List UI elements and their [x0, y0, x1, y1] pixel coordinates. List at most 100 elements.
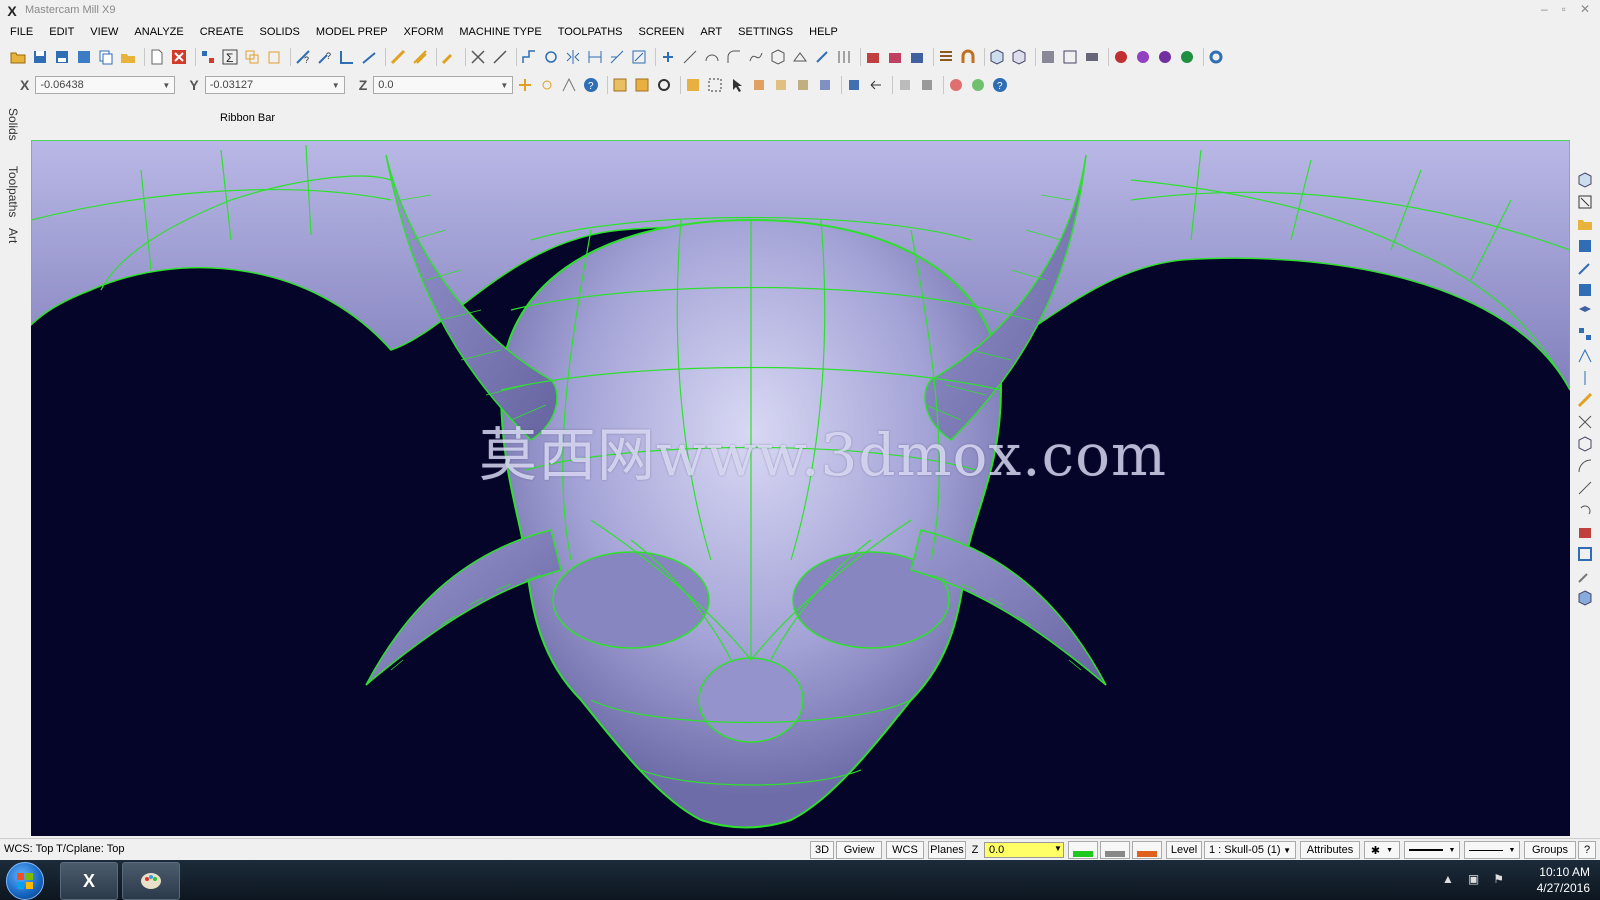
line-tool-icon[interactable] [1577, 480, 1593, 496]
info-icon[interactable] [1577, 282, 1593, 298]
autocursor-icon[interactable] [561, 77, 577, 93]
y-coordinate-field[interactable]: -0.03127 ▼ [204, 76, 345, 94]
save-as-icon[interactable] [54, 49, 70, 65]
analyze-position-icon[interactable]: ? [317, 49, 333, 65]
menu-edit[interactable]: EDIT [49, 26, 74, 38]
stop-icon[interactable] [948, 77, 964, 93]
gear-settings-icon[interactable] [1208, 49, 1224, 65]
scale-icon[interactable] [631, 49, 647, 65]
menu-view[interactable]: VIEW [90, 26, 118, 38]
display-mode-icon[interactable] [1084, 49, 1100, 65]
action-center-icon[interactable]: ⚑ [1493, 872, 1504, 886]
open-folder-icon[interactable] [1577, 216, 1593, 232]
analyze-icon[interactable] [1577, 260, 1593, 276]
face-select-icon[interactable] [773, 77, 789, 93]
shading-icon[interactable] [1040, 49, 1056, 65]
3d-button[interactable]: 3D [810, 841, 834, 859]
ok-icon[interactable] [970, 77, 986, 93]
gview-button[interactable]: Gview [836, 841, 882, 859]
restore-button[interactable]: ▫ [1562, 2, 1566, 16]
window-select-icon[interactable] [685, 77, 701, 93]
menu-xform[interactable]: XFORM [404, 26, 444, 38]
clock[interactable]: 10:10 AM 4/27/2016 [1537, 864, 1590, 896]
break-icon[interactable] [492, 49, 508, 65]
menu-help[interactable]: HELP [809, 26, 838, 38]
wcs-button[interactable]: WCS [886, 841, 924, 859]
minimize-button[interactable]: – [1541, 2, 1548, 16]
arc-tool-icon[interactable] [1577, 458, 1593, 474]
open-file-icon[interactable] [10, 49, 26, 65]
cancel-selection-icon[interactable] [897, 77, 913, 93]
menu-machine-type[interactable]: MACHINE TYPE [459, 26, 541, 38]
line-style-select[interactable]: ▼ [1404, 841, 1460, 859]
point-style-select[interactable]: ✱ ▼ [1364, 841, 1400, 859]
mesh-icon[interactable] [836, 49, 852, 65]
tab-solids[interactable]: Solids [6, 108, 20, 141]
menu-settings[interactable]: SETTINGS [738, 26, 793, 38]
body-select-icon[interactable] [817, 77, 833, 93]
mirror-tool-icon[interactable] [1577, 370, 1593, 386]
spline-icon[interactable] [748, 49, 764, 65]
planes-button[interactable]: Planes [928, 841, 966, 859]
simulate-icon[interactable] [1157, 49, 1173, 65]
box-icon[interactable] [1577, 436, 1593, 452]
taskbar-mastercam-icon[interactable]: X [60, 862, 118, 900]
rotate-icon[interactable] [543, 49, 559, 65]
fillet-icon[interactable] [726, 49, 742, 65]
analyze-angle-icon[interactable] [339, 49, 355, 65]
translate-icon[interactable] [521, 49, 537, 65]
line-width-select[interactable]: ▼ [1464, 841, 1520, 859]
line-icon[interactable] [682, 49, 698, 65]
scissors-icon[interactable] [1577, 414, 1593, 430]
fast-point-icon[interactable] [517, 77, 533, 93]
graphics-viewport[interactable]: 莫西网www.3dmox.com [31, 140, 1570, 836]
select-only-icon[interactable] [634, 77, 650, 93]
menu-screen[interactable]: SCREEN [638, 26, 684, 38]
menu-analyze[interactable]: ANALYZE [134, 26, 183, 38]
undo-icon[interactable] [1577, 502, 1593, 518]
magnet-icon[interactable] [960, 49, 976, 65]
refresh-icon[interactable] [656, 77, 672, 93]
menu-model-prep[interactable]: MODEL PREP [316, 26, 388, 38]
menu-file[interactable]: FILE [10, 26, 33, 38]
help-button[interactable]: ? [1578, 841, 1596, 859]
analyze-distance-icon[interactable]: ? [295, 49, 311, 65]
color-button[interactable] [1068, 841, 1098, 859]
menu-solids[interactable]: SOLIDS [260, 26, 300, 38]
paste-icon[interactable] [266, 49, 282, 65]
copy-entity-icon[interactable] [244, 49, 260, 65]
solid-icon[interactable] [814, 49, 830, 65]
surface-color-button[interactable] [1100, 841, 1130, 859]
analyze-contour-icon[interactable] [361, 49, 377, 65]
trim-icon[interactable] [470, 49, 486, 65]
save-icon[interactable] [32, 49, 48, 65]
new-file-icon[interactable] [149, 49, 165, 65]
save-disk-icon[interactable] [1577, 238, 1593, 254]
x-coordinate-field[interactable]: -0.06438 ▼ [35, 76, 176, 94]
ruler-icon[interactable] [390, 49, 406, 65]
stock-icon[interactable] [1577, 590, 1593, 606]
view-cube-icon[interactable] [1011, 49, 1027, 65]
copy-file-icon[interactable] [98, 49, 114, 65]
menu-toolpaths[interactable]: TOOLPATHS [558, 26, 623, 38]
chevron-down-icon[interactable]: ▼ [1054, 844, 1062, 853]
z-depth-field[interactable]: 0.0 [984, 842, 1064, 858]
wrench-icon[interactable] [1577, 568, 1593, 584]
undo-selection-icon[interactable] [868, 77, 884, 93]
start-button[interactable] [6, 862, 44, 900]
analyze-entity-icon[interactable] [200, 49, 216, 65]
toolpath-manager-icon[interactable] [1179, 49, 1195, 65]
select-all-icon[interactable] [612, 77, 628, 93]
solid-select-icon[interactable] [751, 77, 767, 93]
arc-icon[interactable] [704, 49, 720, 65]
groups-button[interactable]: Groups [1524, 841, 1576, 859]
brush-icon[interactable] [441, 49, 457, 65]
backplot-icon[interactable] [1135, 49, 1151, 65]
pencil-icon[interactable] [1577, 392, 1593, 408]
solid-revolve-icon[interactable] [887, 49, 903, 65]
solid-layer-icon[interactable] [909, 49, 925, 65]
close-button[interactable]: ✕ [1580, 2, 1590, 16]
mirror-icon[interactable] [565, 49, 581, 65]
ruler-options-icon[interactable] [412, 49, 428, 65]
solid-color-button[interactable] [1132, 841, 1162, 859]
